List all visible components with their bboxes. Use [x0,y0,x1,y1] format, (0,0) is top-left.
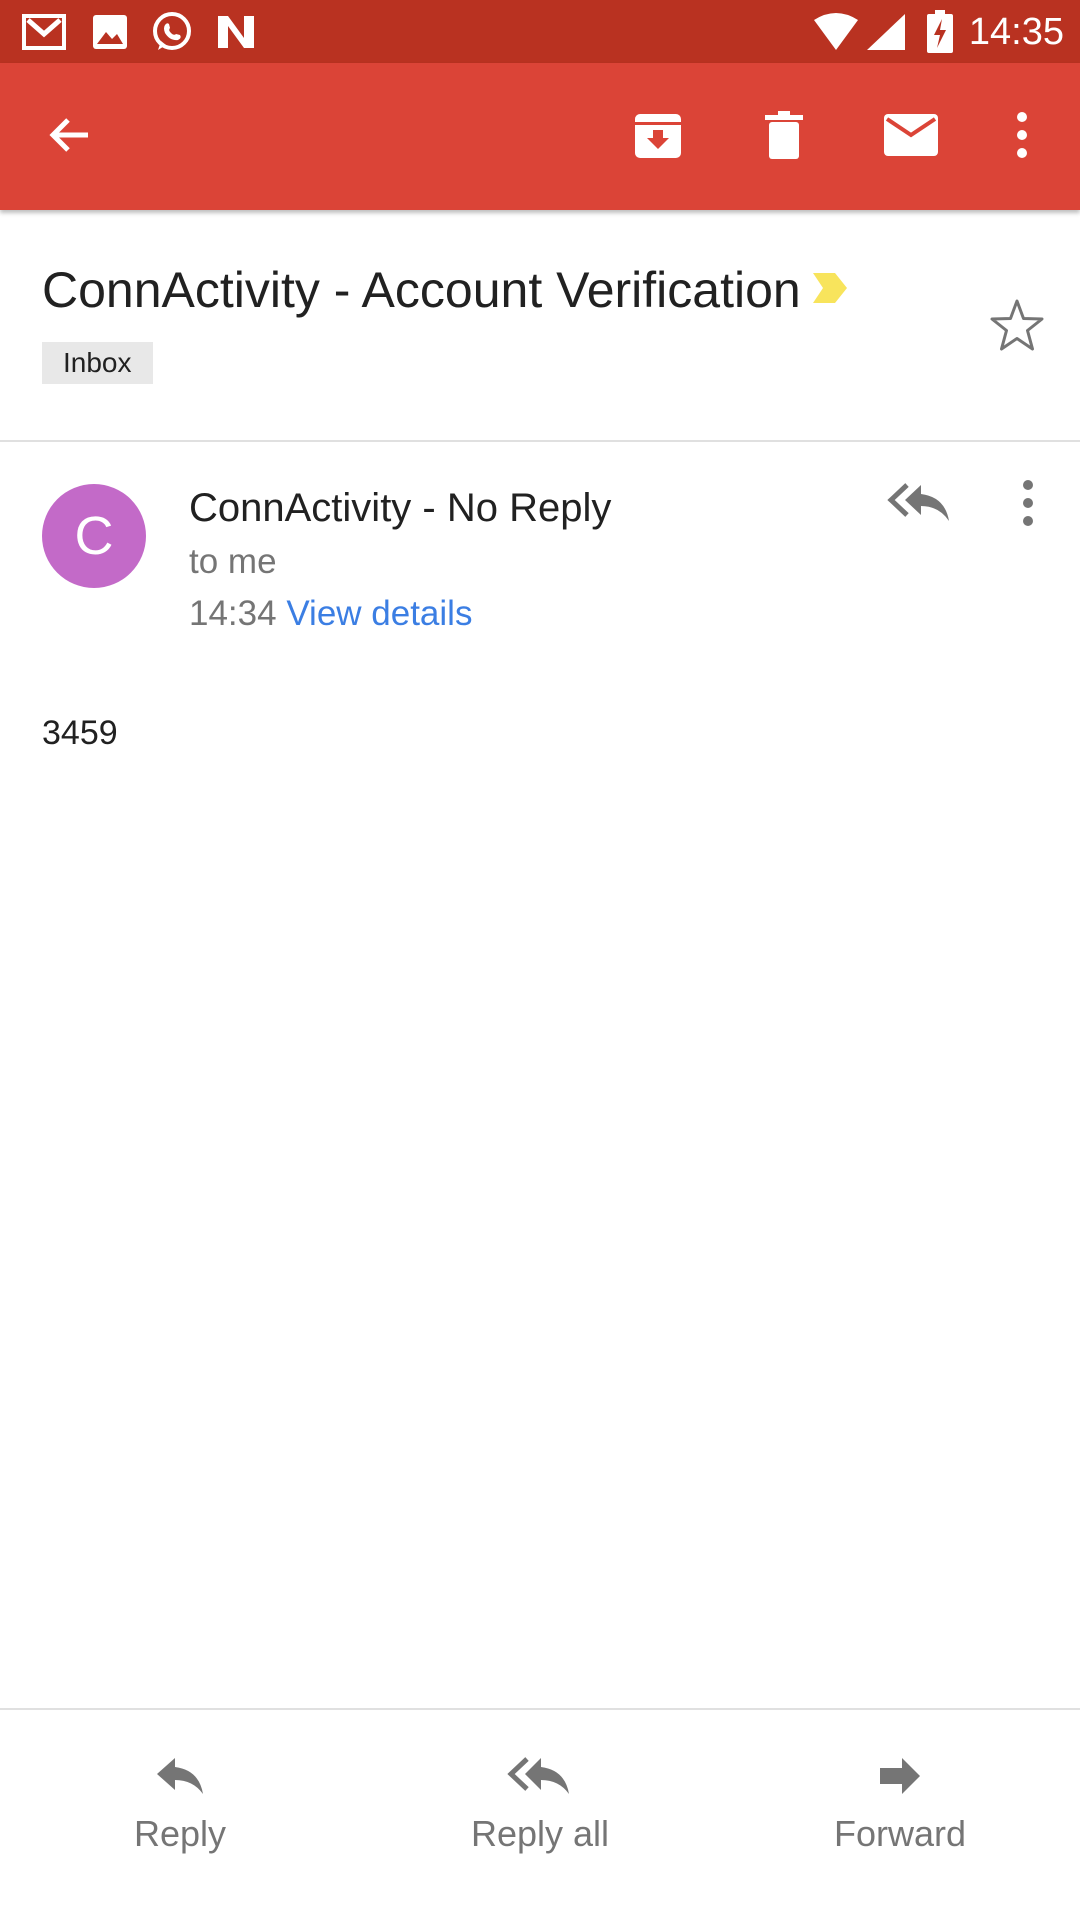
reply-all-icon [507,1756,573,1801]
forward-label: Forward [833,1813,967,1854]
more-options-button[interactable] [984,99,1060,175]
sender-avatar[interactable]: C [42,484,146,588]
reply-button[interactable]: Reply [30,1750,330,1870]
message-meta: 14:34 View details [189,590,472,638]
star-button[interactable] [982,292,1052,362]
message-body: 3459 [42,714,118,752]
subject-text: ConnActivity - Account Verification [42,262,801,318]
status-time: 14:35 [968,11,1064,53]
archive-button[interactable] [620,99,696,175]
inbox-label[interactable]: Inbox [42,342,153,384]
forward-icon [878,1756,922,1801]
email-subject: ConnActivity - Account Verification [42,258,942,322]
archive-icon [633,110,683,165]
message-time: 14:34 [189,594,277,633]
mark-unread-icon [883,113,939,162]
view-details-link[interactable]: View details [286,594,472,633]
wifi-icon [812,8,860,56]
more-vert-icon [1015,111,1029,164]
sender-name: ConnActivity - No Reply [189,486,612,530]
signal-icon [862,8,910,56]
reply-icon [155,1756,205,1801]
reply-label: Reply [133,1813,227,1854]
mark-unread-button[interactable] [873,99,949,175]
whatsapp-icon [148,8,196,56]
reply-all-icon [887,481,953,530]
header-divider [0,440,1080,442]
delete-icon [764,110,804,165]
star-icon [989,298,1045,357]
reply-all-header-button[interactable] [880,470,960,540]
gallery-icon [86,8,134,56]
forward-button[interactable]: Forward [750,1750,1050,1870]
recipient-line: to me [189,542,277,581]
app-bar [0,63,1080,210]
delete-button[interactable] [746,99,822,175]
back-button[interactable] [32,99,108,175]
reply-all-button[interactable]: Reply all [390,1750,690,1870]
back-arrow-icon [46,111,94,164]
more-vert-icon [1021,479,1035,532]
battery-charging-icon [916,8,964,56]
status-bar: 14:35 [0,0,1080,63]
importance-marker-icon[interactable] [811,258,849,322]
message-more-button[interactable] [1000,470,1056,540]
bottom-actions: Reply Reply all Forward [0,1710,1080,1920]
n-app-icon [212,8,260,56]
reply-all-label: Reply all [470,1813,610,1854]
gmail-icon [20,8,68,56]
